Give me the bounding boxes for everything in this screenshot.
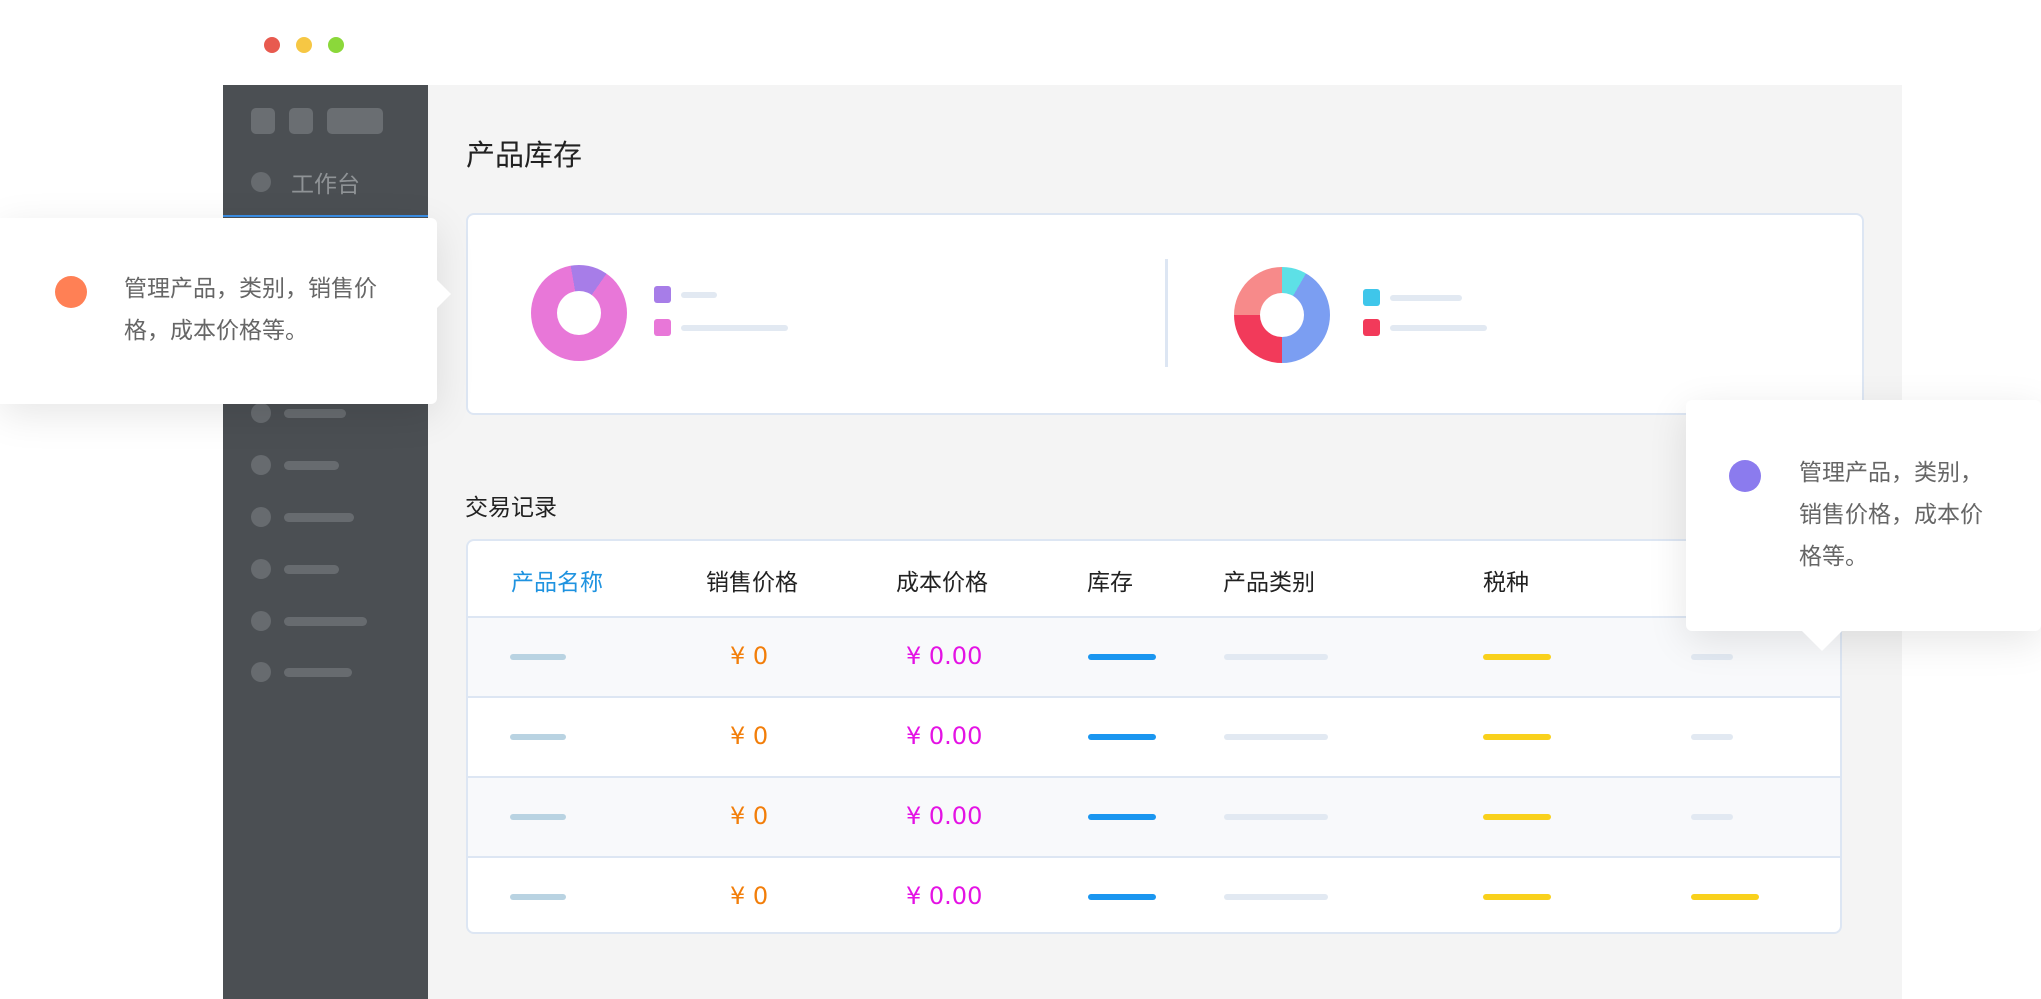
product-name-placeholder — [510, 894, 566, 900]
callout-text-line: 管理产品，类别，销售价 — [124, 276, 377, 302]
sidebar-item[interactable] — [251, 507, 354, 527]
menu-dot-icon — [251, 611, 271, 631]
app-window: 工作台 产品库存 交易记录 产品名称 销售价格 成本价格 库存 产品类别 税种 … — [223, 85, 1902, 999]
callout-text-line: 格等。 — [1799, 544, 1868, 570]
cost-price: ¥ 0.00 — [906, 802, 983, 830]
sidebar-item[interactable] — [251, 662, 352, 682]
category-placeholder — [1224, 654, 1328, 660]
sale-price: ¥ 0 — [730, 642, 769, 670]
tax-bar — [1483, 814, 1551, 820]
window-controls — [264, 37, 344, 53]
sale-price: ¥ 0 — [730, 722, 769, 750]
legend-swatch — [1363, 289, 1380, 306]
sidebar-item-placeholder — [284, 616, 367, 626]
sale-price: ¥ 0 — [730, 882, 769, 910]
page-title: 产品库存 — [466, 138, 583, 172]
callout-dot-icon — [55, 276, 87, 308]
category-placeholder — [1224, 894, 1328, 900]
active-indicator — [223, 215, 428, 217]
menu-dot-icon — [251, 559, 271, 579]
callout-text-line: 格，成本价格等。 — [124, 318, 308, 344]
table-row[interactable]: ¥ 0 ¥ 0.00 — [468, 696, 1840, 776]
sidebar-item[interactable] — [251, 403, 346, 423]
column-header-stock[interactable]: 库存 — [1087, 563, 1133, 597]
stock-bar — [1088, 814, 1156, 820]
product-name-placeholder — [510, 654, 566, 660]
sidebar-item-placeholder — [284, 512, 354, 522]
cost-price: ¥ 0.00 — [906, 642, 983, 670]
tax-bar — [1483, 894, 1551, 900]
legend-label-placeholder — [681, 291, 717, 298]
sidebar-toolbar-button[interactable] — [289, 108, 313, 134]
menu-dot-icon — [251, 403, 271, 423]
sidebar-item[interactable] — [251, 455, 339, 475]
sidebar-toolbar-button[interactable] — [251, 108, 275, 134]
close-window-button[interactable] — [264, 37, 280, 53]
legend-swatch — [1363, 319, 1380, 336]
cost-price: ¥ 0.00 — [906, 882, 983, 910]
tax-bar — [1691, 894, 1759, 900]
product-name-placeholder — [510, 814, 566, 820]
legend-item — [1363, 289, 1462, 306]
menu-dot-icon — [251, 662, 271, 682]
legend-label-placeholder — [1390, 294, 1462, 301]
callout-text: 管理产品，类别， 销售价格，成本价 格等。 — [1799, 452, 1983, 578]
donut-chart — [531, 265, 627, 361]
inventory-chart-card — [466, 213, 1864, 415]
maximize-window-button[interactable] — [328, 37, 344, 53]
column-header-product-name[interactable]: 产品名称 — [511, 563, 603, 597]
sidebar-toolbar — [251, 108, 383, 134]
sidebar-item-workbench[interactable]: 工作台 — [251, 165, 360, 199]
feature-callout-left: 管理产品，类别，销售价 格，成本价格等。 — [0, 218, 451, 404]
category-placeholder — [1224, 734, 1328, 740]
column-header-sale-price[interactable]: 销售价格 — [706, 563, 798, 597]
cell-placeholder — [1691, 654, 1733, 660]
callout-text-line: 销售价格，成本价 — [1799, 502, 1983, 528]
category-placeholder — [1224, 814, 1328, 820]
menu-dot-icon — [251, 455, 271, 475]
cell-placeholder — [1691, 734, 1733, 740]
sidebar-item-placeholder — [284, 564, 339, 574]
legend-item — [1363, 319, 1487, 336]
sidebar-toolbar-button[interactable] — [327, 108, 383, 134]
legend-item — [654, 286, 717, 303]
sidebar-item-placeholder — [284, 408, 346, 418]
card-divider — [1165, 259, 1168, 367]
menu-dot-icon — [251, 507, 271, 527]
table-row[interactable]: ¥ 0 ¥ 0.00 — [468, 616, 1840, 696]
section-title: 交易记录 — [465, 495, 557, 521]
column-header-cost-price[interactable]: 成本价格 — [896, 563, 988, 597]
cost-price: ¥ 0.00 — [906, 722, 983, 750]
callout-dot-icon — [1729, 460, 1761, 492]
cell-placeholder — [1691, 814, 1733, 820]
sidebar-item[interactable] — [251, 611, 367, 631]
menu-dot-icon — [251, 172, 271, 192]
table-row[interactable]: ¥ 0 ¥ 0.00 — [468, 856, 1840, 932]
minimize-window-button[interactable] — [296, 37, 312, 53]
tax-bar — [1483, 654, 1551, 660]
sidebar-item-label: 工作台 — [291, 172, 360, 198]
stock-bar — [1088, 654, 1156, 660]
stock-bar — [1088, 894, 1156, 900]
feature-callout-right: 管理产品，类别， 销售价格，成本价 格等。 — [1686, 400, 2041, 651]
legend-swatch — [654, 319, 671, 336]
sidebar-item-placeholder — [284, 460, 339, 470]
table-row[interactable]: ¥ 0 ¥ 0.00 — [468, 776, 1840, 856]
product-name-placeholder — [510, 734, 566, 740]
column-header-tax[interactable]: 税种 — [1483, 563, 1529, 597]
sidebar-item-placeholder — [284, 667, 352, 677]
column-header-category[interactable]: 产品类别 — [1223, 563, 1315, 597]
legend-label-placeholder — [681, 324, 788, 331]
sidebar-item[interactable] — [251, 559, 339, 579]
donut-chart — [1234, 267, 1330, 363]
legend-item — [654, 319, 788, 336]
callout-text: 管理产品，类别，销售价 格，成本价格等。 — [124, 268, 377, 352]
stock-bar — [1088, 734, 1156, 740]
callout-text-line: 管理产品，类别， — [1799, 460, 1983, 486]
legend-swatch — [654, 286, 671, 303]
tax-bar — [1483, 734, 1551, 740]
sale-price: ¥ 0 — [730, 802, 769, 830]
transactions-table: 产品名称 销售价格 成本价格 库存 产品类别 税种 ¥ 0 ¥ 0.00 ¥ 0… — [466, 539, 1842, 934]
legend-label-placeholder — [1390, 324, 1487, 331]
